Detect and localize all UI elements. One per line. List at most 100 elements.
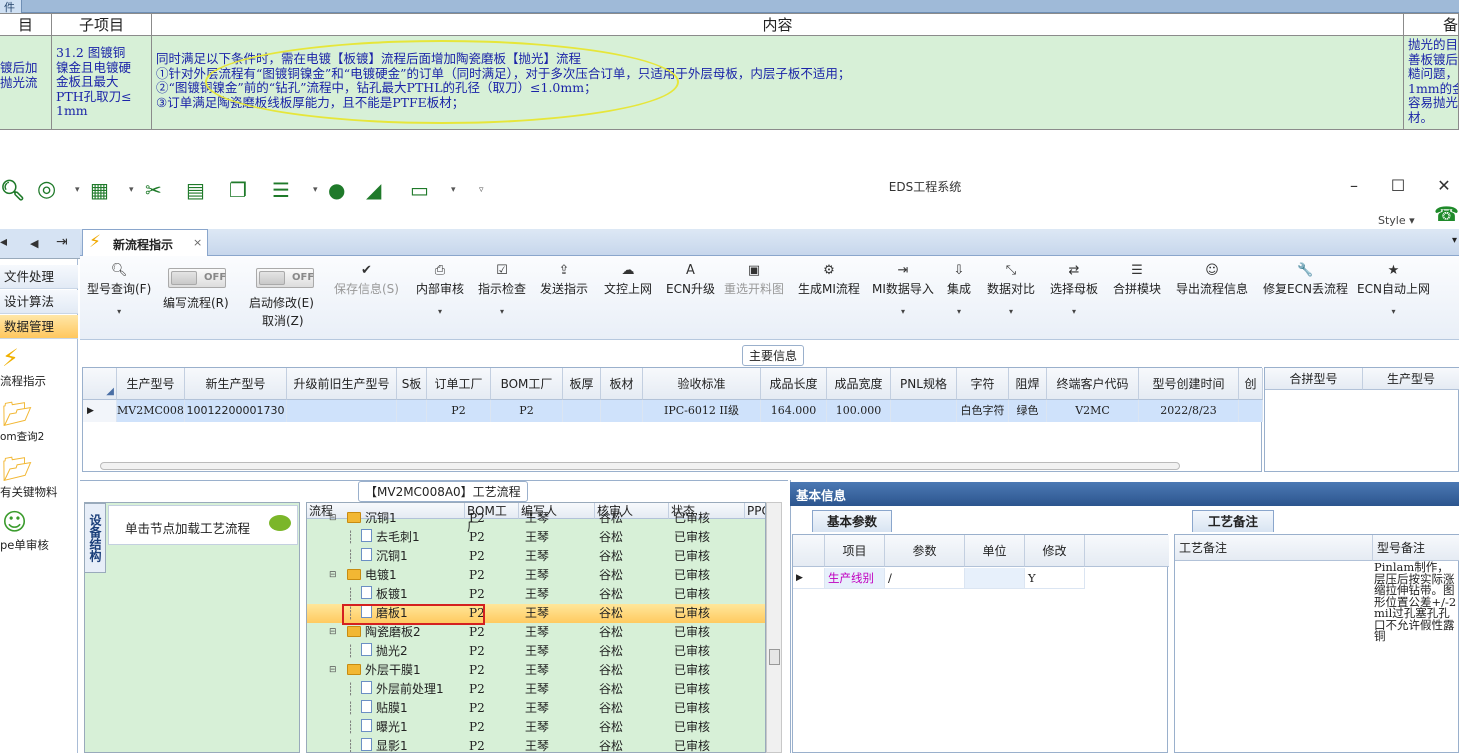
tree-row[interactable]: ⊟ 沉铜1 P2 王琴 谷松 已审核 — [307, 509, 765, 528]
table-cell[interactable]: MV2MC008A0 — [117, 400, 185, 422]
tree-row[interactable]: ┊ 曝光1 P2 王琴 谷松 已审核 — [307, 718, 765, 737]
tree-node[interactable]: 抛光2 — [361, 642, 408, 661]
tree-node[interactable]: 显影1 — [361, 737, 408, 752]
table-cell[interactable] — [891, 400, 957, 422]
column-header[interactable]: 新生产型号 — [185, 368, 287, 400]
tree-row[interactable]: ┊ 贴膜1 P2 王琴 谷松 已审核 — [307, 699, 765, 718]
table-cell[interactable]: 2022/8/23 — [1139, 400, 1239, 422]
tree-node[interactable]: 沉铜1 — [347, 509, 397, 528]
tree-row[interactable]: ⊟ 外层干膜1 P2 王琴 谷松 已审核 — [307, 661, 765, 680]
param-unit-cell[interactable] — [965, 568, 1025, 589]
close-icon[interactable]: × — [193, 236, 202, 249]
tree-node[interactable]: 贴膜1 — [361, 699, 408, 718]
integrate-button[interactable]: ⇩ 集成 ▾ — [947, 262, 971, 316]
column-header[interactable]: 型号创建时间 — [1139, 368, 1239, 400]
generate-mi-button[interactable]: ⚙ 生成MI流程 — [798, 262, 860, 297]
table-cell[interactable]: 白色字符 — [957, 400, 1009, 422]
doc-online-button[interactable]: ☁ 文控上网 — [604, 262, 652, 297]
table-cell[interactable]: 绿色 — [1009, 400, 1047, 422]
tree-node[interactable]: 电镀1 — [347, 566, 397, 585]
chevron-down-icon[interactable]: ▾ — [75, 178, 80, 202]
internal-review-button[interactable]: ⎙ 内部审核 ▾ — [416, 262, 464, 316]
column-header[interactable]: 阻焊 — [1009, 368, 1047, 400]
column-header[interactable]: 板厚 — [563, 368, 601, 400]
table-cell[interactable] — [287, 400, 397, 422]
monitor-icon[interactable]: ▭ — [410, 178, 429, 202]
close-button[interactable]: ✕ — [1429, 176, 1459, 195]
row-indicator-icon[interactable]: ▶ — [83, 400, 117, 422]
model-remark-text[interactable]: Pinlam制作，层压后按实际涨缩拉伸钻带。图形位置公差+/-2mil过孔塞孔孔… — [1374, 561, 1459, 643]
column-header[interactable]: 成品宽度 — [827, 368, 891, 400]
table-cell[interactable] — [601, 400, 643, 422]
tree-row[interactable]: ┊ 外层前处理1 P2 王琴 谷松 已审核 — [307, 680, 765, 699]
table-cell[interactable]: IPC-6012 II级 — [643, 400, 761, 422]
tree-row[interactable]: ┊ 去毛刺1 P2 王琴 谷松 已审核 — [307, 528, 765, 547]
column-header[interactable]: 终端客户代码 — [1047, 368, 1139, 400]
nav-item-flow[interactable]: ⚡ 流程指示 — [0, 343, 78, 389]
table-cell[interactable]: 10012200001730 — [185, 400, 287, 422]
load-flow-hint[interactable]: 单击节点加载工艺流程 — [108, 505, 298, 545]
column-header[interactable]: 生产型号 — [117, 368, 185, 400]
tree-row[interactable]: ┊ 显影1 P2 王琴 谷松 已审核 — [307, 737, 765, 752]
reselect-cut-button[interactable]: ▣ 重选开料图 — [724, 262, 784, 297]
check-instruction-button[interactable]: ☑ 指示检查 ▾ — [478, 262, 526, 316]
tree-node[interactable]: 曝光1 — [361, 718, 408, 737]
row-indicator-icon[interactable]: ▶ — [793, 568, 825, 589]
minimize-button[interactable]: – — [1339, 176, 1369, 195]
vertical-scrollbar[interactable] — [766, 502, 782, 753]
phone-icon[interactable]: ☎ — [1434, 202, 1459, 226]
column-header[interactable]: 创 — [1239, 368, 1263, 400]
tree-row[interactable]: ┊ 板镀1 P2 王琴 谷松 已审核 — [307, 585, 765, 604]
param-item-cell[interactable]: 生产线别 — [825, 568, 885, 589]
table-cell[interactable]: P2 — [427, 400, 491, 422]
column-header[interactable]: 合拼型号 — [1265, 368, 1363, 390]
column-header[interactable]: 修改 — [1025, 535, 1085, 567]
ecn-auto-online-button[interactable]: ★ ECN自动上网 ▾ — [1357, 262, 1430, 316]
column-header[interactable]: PNL规格 — [891, 368, 957, 400]
tab-process-remark[interactable]: 工艺备注 — [1192, 510, 1274, 532]
tree-row[interactable]: ⊟ 陶瓷磨板2 P2 王琴 谷松 已审核 — [307, 623, 765, 642]
tree-node[interactable]: 板镀1 — [361, 585, 408, 604]
tree-node[interactable]: 去毛刺1 — [361, 528, 420, 547]
column-header[interactable]: 验收标准 — [643, 368, 761, 400]
column-header[interactable]: 项目 — [825, 535, 885, 567]
nav-data-management[interactable]: 数据管理 — [0, 315, 78, 339]
tree-node[interactable]: 沉铜1 — [361, 547, 408, 566]
lifebuoy-icon[interactable]: ◎ — [37, 178, 56, 202]
tab-basic-params[interactable]: 基本参数 — [812, 510, 892, 532]
collapse-icon[interactable]: ⊟ — [329, 623, 337, 642]
nav-file-processing[interactable]: 文件处理 — [0, 265, 78, 289]
column-header[interactable]: 字符 — [957, 368, 1009, 400]
chevron-down-icon[interactable]: ▾ — [313, 178, 318, 202]
nav-design-algorithm[interactable]: 设计算法 — [0, 290, 78, 314]
merge-module-button[interactable]: ☰ 合拼模块 — [1113, 262, 1161, 297]
table-cell[interactable]: P2 — [491, 400, 563, 422]
collapse-icon[interactable]: ⊟ — [329, 509, 337, 528]
edit-flow-toggle[interactable]: OFF — [168, 268, 226, 288]
type-query-button[interactable]: 🔍︎ 型号查询(F) ▾ — [87, 262, 151, 316]
column-header[interactable]: 生产型号 — [1363, 368, 1459, 390]
column-header[interactable]: 订单工厂 — [427, 368, 491, 400]
column-header[interactable]: 工艺备注 — [1175, 535, 1373, 561]
column-header[interactable]: 升级前旧生产型号 — [287, 368, 397, 400]
param-modify-cell[interactable]: Y — [1025, 568, 1085, 589]
list-icon[interactable]: ☰ — [272, 178, 290, 202]
column-header[interactable]: 单位 — [965, 535, 1025, 567]
film-icon[interactable]: ▤ — [186, 178, 205, 202]
mi-import-button[interactable]: ⇥ MI数据导入 ▾ — [872, 262, 934, 316]
tree-node[interactable]: 陶瓷磨板2 — [347, 623, 421, 642]
scroll-thumb[interactable] — [769, 649, 780, 665]
param-value-cell[interactable]: / — [885, 568, 965, 589]
tree-row[interactable]: ┊ 沉铜1 P2 王琴 谷松 已审核 — [307, 547, 765, 566]
tab-new-flow[interactable]: ⚡ 新流程指示 × — [82, 229, 208, 256]
tree-row[interactable]: ┊ 抛光2 P2 王琴 谷松 已审核 — [307, 642, 765, 661]
tree-row[interactable]: ⊟ 电镀1 P2 王琴 谷松 已审核 — [307, 566, 765, 585]
repair-ecn-button[interactable]: 🔧 修复ECN丢流程 — [1263, 262, 1348, 297]
column-header[interactable]: 板材 — [601, 368, 643, 400]
nav-pin-icon[interactable]: ⇥ — [56, 234, 68, 250]
nav-prev-icon[interactable]: ◀ — [30, 237, 38, 250]
table-cell[interactable] — [563, 400, 601, 422]
tree-node[interactable]: 外层干膜1 — [347, 661, 421, 680]
save-info-button[interactable]: ✔ 保存信息(S) — [334, 262, 399, 297]
nav-item-bom[interactable]: 📂︎ om查询2 — [0, 399, 78, 444]
